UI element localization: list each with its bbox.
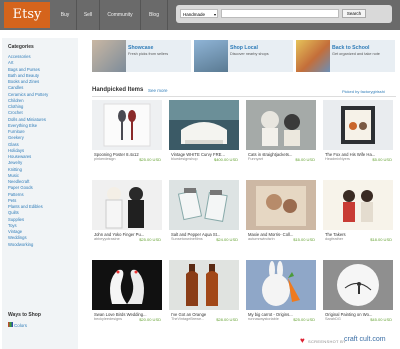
listing-price: $25.00 USD: [139, 237, 161, 242]
listing-image[interactable]: [246, 180, 316, 230]
chevron-down-icon: ▾: [213, 12, 216, 17]
listing-shop[interactable]: Sunsetonwinefilms: [171, 237, 203, 241]
listing-shop[interactable]: TheVintageBrewe...: [171, 317, 204, 321]
listing-image[interactable]: [246, 260, 316, 310]
listing-shop[interactable]: Funnyart: [248, 157, 263, 161]
listing-price: $15.00 USD: [293, 237, 315, 242]
listing-card[interactable]: My big carrot - Origins... runnawaystori…: [246, 260, 316, 324]
listing-shop[interactable]: runnawaystoriable: [248, 317, 279, 321]
listing-image[interactable]: [169, 260, 239, 310]
picked-by-link[interactable]: Picked by factorygirlsshi: [342, 89, 385, 94]
back-to-school-photo: [296, 40, 330, 72]
listing-price: $45.00 USD: [370, 317, 392, 322]
listing-shop[interactable]: SarahDG: [325, 317, 341, 321]
listing-card[interactable]: Cats in straightjackets... Funnyart $6.0…: [246, 100, 316, 164]
ways-to-shop-title: Ways to Shop: [8, 312, 41, 318]
divider: [92, 96, 396, 97]
listing-shop[interactable]: dogfeather: [325, 237, 343, 241]
listing-shop[interactable]: pinkerdesign: [94, 157, 116, 161]
listing-price: $20.00 USD: [139, 317, 161, 322]
listing-image[interactable]: [92, 180, 162, 230]
listing-price: $400.00 USD: [213, 157, 238, 162]
listing-card[interactable]: I've Got an Orange TheVintageBrewe... $2…: [169, 260, 239, 324]
search-bar: Handmade ▾ Search: [176, 5, 392, 23]
promo-title: Back to School: [332, 45, 370, 51]
listing-card[interactable]: Spooning Poster 8.4x12 pinkerdesign $25.…: [92, 100, 162, 164]
promo-title: Shop Local: [230, 45, 258, 51]
listing-image[interactable]: [169, 180, 239, 230]
listing-shop[interactable]: abbeyyotrasine: [94, 237, 120, 241]
shop-local-photo: [194, 40, 228, 72]
screenshot-watermark: ♥ SCREENSHOT BY craft cult.com: [300, 335, 396, 347]
listing-card[interactable]: Original Painting on Wo... SarahDG $45.0…: [323, 260, 393, 324]
color-palette-icon: [8, 322, 13, 327]
listing-price: $25.00 USD: [139, 157, 161, 162]
listing-image[interactable]: [323, 100, 393, 150]
listing-image[interactable]: [323, 180, 393, 230]
promo-back-to-school[interactable]: Back to School Get organized and take no…: [296, 40, 395, 72]
top-bar: Etsy Buy Sell Community Blog Handmade ▾ …: [0, 0, 400, 30]
nav-sell[interactable]: Sell: [77, 0, 100, 30]
listing-price: $6.00 USD: [295, 157, 315, 162]
listing-card[interactable]: The Fox and His Wife Ha... HeadmixNyers …: [323, 100, 393, 164]
listing-image[interactable]: [92, 100, 162, 150]
etsy-logo[interactable]: Etsy: [4, 2, 50, 28]
handpicked-title: Handpicked Items: [92, 87, 144, 93]
search-button[interactable]: Search: [342, 9, 366, 18]
listing-shop[interactable]: beckyleedesigns: [94, 317, 122, 321]
promo-subtitle: Get organized and take note: [332, 52, 380, 56]
watermark-label: SCREENSHOT BY: [308, 339, 347, 344]
nav-blog[interactable]: Blog: [141, 0, 168, 30]
search-input[interactable]: [221, 9, 339, 18]
category-link[interactable]: Ceramics and Pottery: [8, 92, 48, 98]
promo-subtitle: Discover nearby shops: [230, 52, 269, 56]
listing-card[interactable]: Salt and Pepper Aqua St... Sunsetonwinef…: [169, 180, 239, 244]
watermark-site: craft cult.com: [344, 336, 386, 343]
category-link[interactable]: Dolls and Miniatures: [8, 117, 48, 123]
promo-showcase[interactable]: Showcase Fresh picks from sellers: [92, 40, 191, 72]
listing-price: $24.00 USD: [216, 237, 238, 242]
search-scope-label: Handmade: [183, 12, 206, 17]
promo-subtitle: Fresh picks from sellers: [128, 52, 169, 56]
listing-image[interactable]: [323, 260, 393, 310]
categories-title: Categories: [8, 44, 34, 50]
listing-price: $18.00 USD: [370, 237, 392, 242]
listing-shop[interactable]: autumnwindsrin: [248, 237, 275, 241]
showcase-photo: [92, 40, 126, 72]
listing-shop[interactable]: bluedesignshop: [171, 157, 198, 161]
search-scope-select[interactable]: Handmade ▾: [180, 9, 218, 18]
listing-card[interactable]: Maxie and Morris- Coll... autumnwindsrin…: [246, 180, 316, 244]
listing-shop[interactable]: HeadmixNyers: [325, 157, 350, 161]
listing-price: $28.00 USD: [216, 317, 238, 322]
listing-image[interactable]: [246, 100, 316, 150]
listing-image[interactable]: [169, 100, 239, 150]
promo-shop-local[interactable]: Shop Local Discover nearby shops: [194, 40, 293, 72]
listing-card[interactable]: Swan Love Birds Wedding... beckyleedesig…: [92, 260, 162, 324]
category-list: Accessories Art Bags and Purses Bath and…: [8, 54, 48, 248]
promo-title: Showcase: [128, 45, 154, 51]
nav-buy[interactable]: Buy: [54, 0, 77, 30]
category-link[interactable]: Woodworking: [8, 242, 48, 248]
listing-card[interactable]: Vintage WHITE Curvy FRE... bluedesignsho…: [169, 100, 239, 164]
listing-price: $5.00 USD: [372, 157, 392, 162]
listing-image[interactable]: [92, 260, 162, 310]
listing-card[interactable]: John and Yoko Finger Pu... abbeyyotrasin…: [92, 180, 162, 244]
heart-icon: ♥: [300, 336, 305, 345]
see-more-link[interactable]: See more: [148, 88, 168, 93]
listing-card[interactable]: The Takers dogfeather $18.00 USD: [323, 180, 393, 244]
nav-community[interactable]: Community: [100, 0, 141, 30]
ways-colors-link[interactable]: Colors: [14, 323, 27, 328]
listing-price: $25.00 USD: [293, 317, 315, 322]
